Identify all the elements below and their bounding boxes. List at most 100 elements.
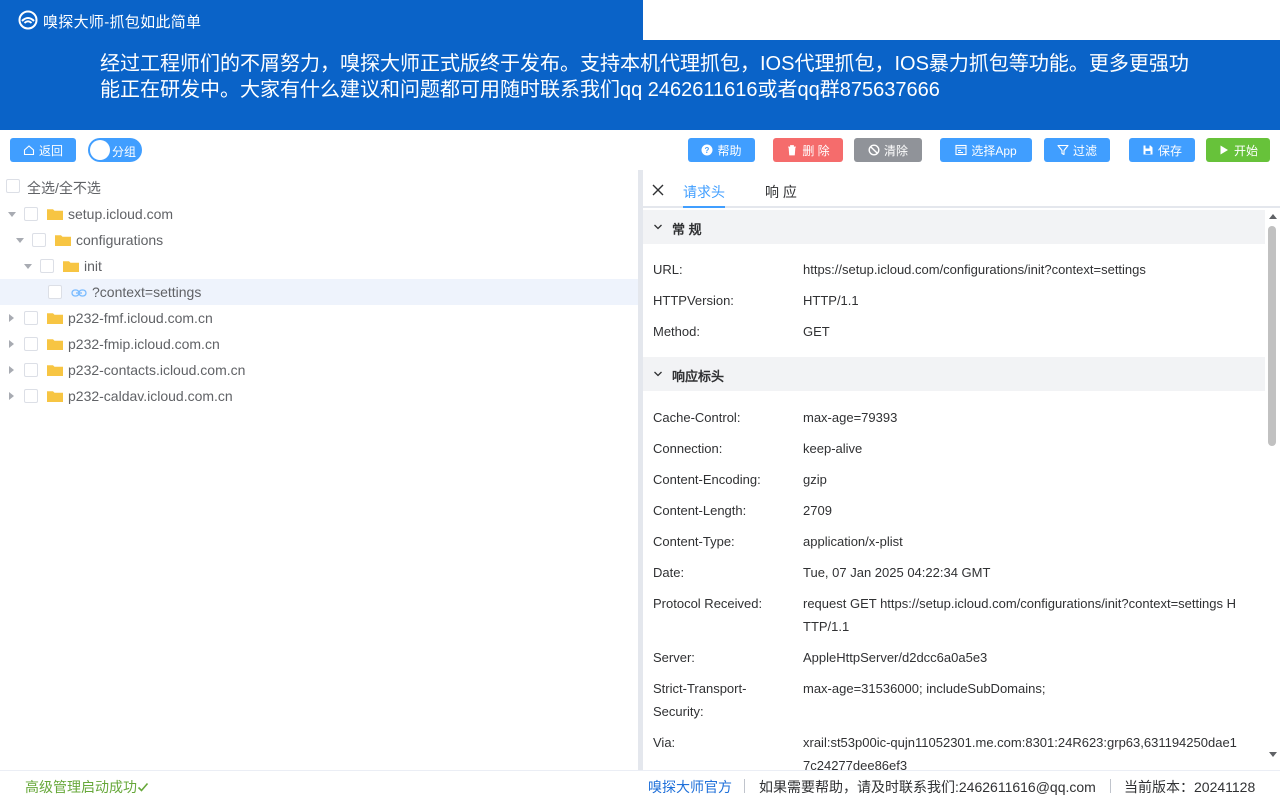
floppy-disk-icon — [1143, 145, 1153, 155]
node-checkbox[interactable] — [24, 337, 38, 351]
folder-icon — [47, 209, 63, 220]
filter-button[interactable]: 过滤 — [1044, 138, 1110, 162]
status-ok-text: 高级管理启动成功 — [25, 779, 137, 795]
delete-button[interactable]: 删 除 — [773, 138, 843, 162]
folder-icon — [55, 235, 71, 246]
header-key: Content-Encoding: — [653, 472, 761, 487]
official-link[interactable]: 嗅探大师官方 — [648, 777, 732, 797]
help-contact: 如果需要帮助，请及时联系我们:2462611616@qq.com — [759, 779, 1096, 795]
announcement-toggle[interactable]: 公告 — [643, 0, 713, 40]
tree-node[interactable]: setup.icloud.com — [0, 201, 638, 227]
expand-arrow-icon[interactable] — [9, 366, 14, 374]
gear-icon — [818, 12, 835, 29]
active-tab-indicator — [683, 206, 725, 208]
close-icon[interactable] — [651, 183, 665, 197]
header-value: https://setup.icloud.com/configurations/… — [803, 262, 1146, 277]
node-checkbox[interactable] — [24, 389, 38, 403]
close-icon — [957, 14, 969, 26]
scroll-down-arrow-icon[interactable] — [1269, 752, 1277, 757]
clipped-row: Via: xrail:st53p00ic-qujn11052301.me.com… — [643, 731, 1265, 770]
status-bar: 高级管理启动成功 嗅探大师官方 如果需要帮助，请及时联系我们:246261161… — [0, 770, 1280, 800]
check-icon — [137, 782, 149, 792]
header-key: URL: — [653, 262, 683, 277]
close-button[interactable] — [941, 0, 985, 40]
question-circle-icon: ? — [701, 144, 713, 156]
section-general-header[interactable]: 常 规 — [643, 210, 1265, 244]
tree-node[interactable]: p232-contacts.icloud.com.cn — [0, 357, 638, 383]
start-button[interactable]: 开始 — [1206, 138, 1270, 162]
tab-request-headers[interactable]: 请求头 — [683, 182, 725, 202]
tree-node-selected[interactable]: ?context=settings — [0, 279, 638, 305]
section-response-headers-title: 响应标头 — [672, 369, 725, 384]
scrollbar-thumb[interactable] — [1268, 226, 1276, 446]
request-tree-panel: 全选/全不选 setup.icloud.com configurations i… — [0, 170, 638, 770]
save-label: 保存 — [1157, 143, 1182, 158]
node-checkbox[interactable] — [24, 363, 38, 377]
group-toggle[interactable]: 分组 — [88, 138, 142, 162]
folder-icon — [47, 391, 63, 402]
help-button[interactable]: ? 帮助 — [688, 138, 755, 162]
select-app-button[interactable]: 选择App — [940, 138, 1032, 162]
node-checkbox[interactable] — [48, 285, 62, 299]
header-key: Connection: — [653, 441, 723, 456]
login-button[interactable]: 用户登录 — [714, 0, 798, 40]
status-separator — [1110, 779, 1111, 793]
folder-icon — [47, 339, 63, 350]
node-checkbox[interactable] — [24, 311, 38, 325]
maximize-icon — [913, 14, 925, 26]
status-separator — [744, 779, 745, 793]
tree-node[interactable]: configurations — [0, 227, 638, 253]
svg-text:?: ? — [705, 146, 710, 155]
filter-icon — [1057, 144, 1069, 156]
filter-label: 过滤 — [1072, 143, 1097, 158]
select-all-checkbox[interactable] — [6, 179, 20, 193]
title-bar: 嗅探大师-抓包如此简单 公告 用户登录 — [0, 0, 1280, 40]
node-checkbox[interactable] — [32, 233, 46, 247]
tab-response[interactable]: 响 应 — [765, 182, 797, 202]
expand-arrow-icon[interactable] — [9, 314, 14, 322]
chevron-down-icon — [654, 371, 662, 377]
folder-icon — [47, 365, 63, 376]
node-checkbox[interactable] — [40, 259, 54, 273]
maximize-button[interactable] — [897, 0, 941, 40]
expand-arrow-icon[interactable] — [9, 340, 14, 348]
tree-node[interactable]: p232-caldav.icloud.com.cn — [0, 383, 638, 409]
announcement-text: 经过工程师们的不屑努力，嗅探大师正式版终于发布。支持本机代理抓包，IOS代理抓包… — [100, 53, 1189, 101]
expand-arrow-icon[interactable] — [16, 238, 24, 243]
header-key: Cache-Control: — [653, 410, 741, 425]
chevron-up-icon — [690, 17, 700, 23]
app-logo-icon — [18, 10, 38, 30]
minimize-icon — [870, 19, 881, 21]
tree-node[interactable]: p232-fmip.icloud.com.cn — [0, 331, 638, 357]
header-value: Tue, 07 Jan 2025 04:22:34 GMT — [803, 565, 991, 580]
back-button[interactable]: 返回 — [10, 138, 76, 162]
back-label: 返回 — [38, 143, 63, 158]
tree-node[interactable]: init — [0, 253, 638, 279]
clear-label: 清除 — [883, 143, 908, 158]
expand-arrow-icon[interactable] — [8, 212, 16, 217]
scroll-up-arrow-icon[interactable] — [1269, 214, 1277, 219]
chevron-down-icon — [654, 224, 662, 230]
expand-arrow-icon[interactable] — [9, 392, 14, 400]
section-response-headers-header[interactable]: 响应标头 — [643, 357, 1265, 391]
header-value: request GET https://setup.icloud.com/con… — [803, 596, 1236, 634]
minimize-button[interactable] — [853, 0, 897, 40]
detail-tabs: 请求头 响 应 — [643, 170, 1280, 208]
node-checkbox[interactable] — [24, 207, 38, 221]
expand-arrow-icon[interactable] — [24, 264, 32, 269]
header-key: Content-Length: — [653, 503, 747, 518]
group-toggle-label: 分组 — [112, 145, 137, 159]
section-general-title: 常 规 — [672, 222, 702, 237]
delete-label: 删 除 — [802, 143, 830, 158]
node-label: p232-caldav.icloud.com.cn — [68, 388, 233, 404]
save-button[interactable]: 保存 — [1129, 138, 1195, 162]
header-value: application/x-plist — [803, 534, 903, 549]
tree-node[interactable]: p232-fmf.icloud.com.cn — [0, 305, 638, 331]
clear-button[interactable]: 清除 — [854, 138, 922, 162]
header-key: Server: — [653, 650, 695, 665]
header-key: HTTPVersion: — [653, 293, 734, 308]
version-label: 当前版本：20241128 — [1124, 779, 1256, 795]
settings-button[interactable] — [799, 0, 853, 40]
header-key: Date: — [653, 565, 685, 580]
header-value: xrail:st53p00ic-qujn11052301.me.com:8301… — [803, 735, 1237, 770]
